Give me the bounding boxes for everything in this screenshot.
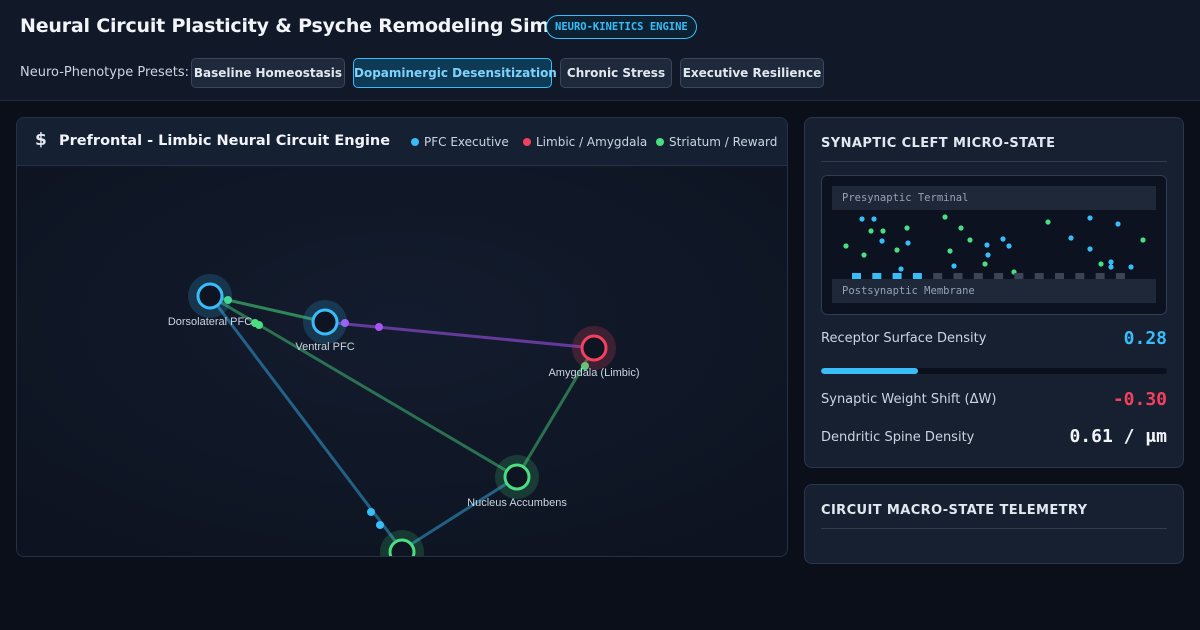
neurotransmitter-dot <box>985 252 991 258</box>
synaptic-panel-title: SYNAPTIC CLEFT MICRO-STATE <box>821 136 1056 151</box>
neurotransmitter-dot <box>843 243 849 249</box>
node-ventral-pfc[interactable] <box>303 300 347 344</box>
neurotransmitter-dot <box>1108 264 1114 270</box>
neurotransmitter-dot <box>898 266 904 272</box>
neurotransmitter-dot <box>1087 215 1093 221</box>
receptor-density-value: 0.28 <box>1123 328 1167 349</box>
signal-particle <box>367 508 375 516</box>
neurotransmitter-dot <box>942 214 948 220</box>
neurotransmitter-dot <box>1128 264 1134 270</box>
neurotransmitter-dot <box>1108 259 1114 265</box>
synaptic-cleft-panel: SYNAPTIC CLEFT MICRO-STATE Presynaptic T… <box>804 117 1184 468</box>
divider <box>821 161 1167 162</box>
circuit-graph[interactable]: Dorsolateral PFC Ventral PFC Amygdala (L… <box>17 166 787 557</box>
legend-pfc-executive: PFC Executive <box>411 135 509 149</box>
node-nucleus-accumbens[interactable] <box>495 455 539 499</box>
neurotransmitter-dot <box>1006 243 1012 249</box>
presets-label: Neuro-Phenotype Presets: <box>20 65 190 80</box>
weight-shift-value: -0.30 <box>1112 389 1167 410</box>
preset-chronic-stress-button[interactable]: Chronic Stress <box>560 58 672 88</box>
neurotransmitter-dot <box>1000 236 1006 242</box>
postsynaptic-band: Postsynaptic Membrane <box>832 279 1156 303</box>
neurotransmitter-dot <box>1140 237 1146 243</box>
circuit-panel-header: $ Prefrontal - Limbic Neural Circuit Eng… <box>17 118 787 166</box>
legend-striatum-reward: Striatum / Reward <box>656 135 777 149</box>
legend-dot-icon <box>411 138 419 146</box>
neurotransmitter-dot <box>905 240 911 246</box>
preset-dopaminergic-desensitization-button[interactable]: Dopaminergic Desensitization <box>353 58 557 88</box>
node-label: Ventral PFC <box>295 341 354 353</box>
app-title: Neural Circuit Plasticity & Psyche Remod… <box>20 15 613 37</box>
neurotransmitter-dot <box>879 238 885 244</box>
legend-dot-icon <box>523 138 531 146</box>
node-label: Nucleus Accumbens <box>467 497 567 509</box>
neurotransmitter-dot <box>1087 246 1093 252</box>
divider <box>821 528 1167 529</box>
receptor-density-label: Receptor Surface Density <box>821 331 987 346</box>
engine-badge: NEURO-KINETICS ENGINE <box>546 15 697 39</box>
macro-panel-title: CIRCUIT MACRO-STATE TELEMETRY <box>821 503 1088 518</box>
neurotransmitter-dot <box>967 237 973 243</box>
spine-density-label: Dendritic Spine Density <box>821 430 975 445</box>
neurotransmitter-dot <box>1115 221 1121 227</box>
signal-particle <box>255 321 263 329</box>
neurotransmitter-dot <box>904 225 910 231</box>
neurotransmitter-dot <box>947 248 953 254</box>
macro-telemetry-panel: CIRCUIT MACRO-STATE TELEMETRY <box>804 484 1184 564</box>
neurotransmitter-dot <box>894 247 900 253</box>
circuit-panel-title: Prefrontal - Limbic Neural Circuit Engin… <box>59 133 391 149</box>
node-amygdala[interactable] <box>572 326 616 370</box>
legend-dot-icon <box>656 138 664 146</box>
neurotransmitter-dot <box>1098 261 1104 267</box>
dollar-icon: $ <box>35 130 47 150</box>
node-label: Dorsolateral PFC <box>168 316 252 328</box>
neurotransmitter-dot <box>982 261 988 267</box>
preset-executive-resilience-button[interactable]: Executive Resilience <box>680 58 824 88</box>
neurotransmitter-dot <box>1045 219 1051 225</box>
neurotransmitter-dot <box>1068 235 1074 241</box>
neurotransmitter-dot <box>871 216 877 222</box>
spine-density-value: 0.61 / μm <box>1069 426 1167 447</box>
neurotransmitter-dot <box>868 228 874 234</box>
node-dorsolateral-pfc[interactable] <box>188 274 232 318</box>
preset-baseline-homeostasis-button[interactable]: Baseline Homeostasis <box>191 58 345 88</box>
signal-particle <box>375 323 383 331</box>
weight-shift-label: Synaptic Weight Shift (ΔW) <box>821 392 997 407</box>
receptor-density-bar <box>821 368 1167 374</box>
neurotransmitter-dot <box>880 228 886 234</box>
neurotransmitter-dot <box>958 225 964 231</box>
node-label: Amygdala (Limbic) <box>548 367 639 379</box>
circuit-panel: $ Prefrontal - Limbic Neural Circuit Eng… <box>16 117 788 557</box>
neurotransmitter-dot <box>984 242 990 248</box>
neurotransmitter-dot <box>861 252 867 258</box>
neurotransmitter-dot <box>951 263 957 269</box>
receptor-density-bar-fill <box>821 368 918 374</box>
neurotransmitter-dot <box>859 216 865 222</box>
postsynaptic-label: Postsynaptic Membrane <box>842 285 975 297</box>
signal-particle <box>376 521 384 529</box>
legend-limbic-amygdala: Limbic / Amygdala <box>523 135 647 149</box>
synaptic-cleft-visualization: Presynaptic Terminal Postsynaptic Membra… <box>821 175 1167 315</box>
top-bar: Neural Circuit Plasticity & Psyche Remod… <box>0 0 1200 101</box>
